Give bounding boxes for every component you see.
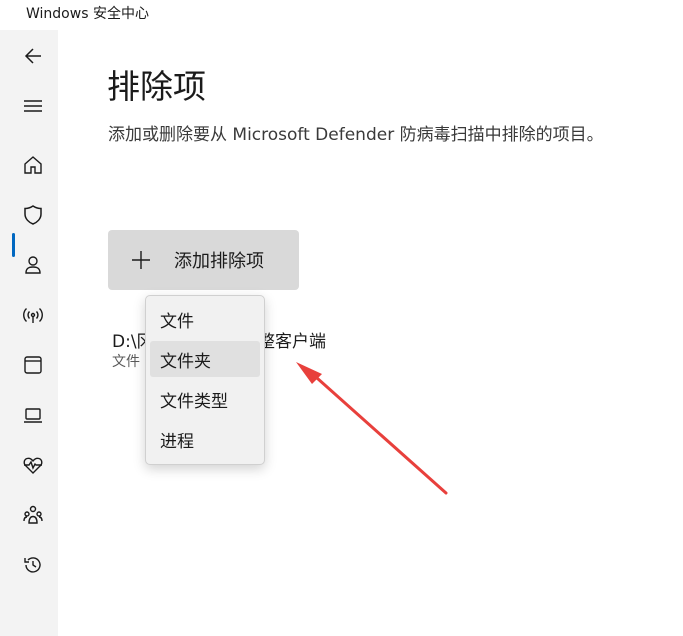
window-title: Windows 安全中心 bbox=[26, 6, 149, 22]
wireless-icon bbox=[23, 307, 43, 323]
laptop-icon bbox=[24, 408, 42, 423]
person-icon bbox=[25, 256, 41, 274]
shield-icon bbox=[24, 205, 42, 225]
home-icon bbox=[24, 156, 42, 174]
sidebar bbox=[8, 30, 58, 636]
plus-icon bbox=[132, 251, 150, 269]
menu-item-folder[interactable]: 文件夹 bbox=[150, 341, 260, 377]
menu-item-label: 文件 bbox=[160, 311, 194, 332]
heart-pulse-icon bbox=[23, 457, 43, 474]
sidebar-item-account[interactable] bbox=[8, 244, 58, 286]
sidebar-item-home[interactable] bbox=[8, 144, 58, 186]
sidebar-item-family[interactable] bbox=[8, 494, 58, 536]
menu-item-process[interactable]: 进程 bbox=[150, 421, 260, 457]
sidebar-item-device-health[interactable] bbox=[8, 444, 58, 486]
add-exclusion-button[interactable]: 添加排除项 bbox=[108, 230, 299, 290]
history-icon bbox=[24, 557, 41, 573]
family-icon bbox=[23, 505, 43, 524]
sidebar-item-firewall[interactable] bbox=[8, 294, 58, 336]
title-bar: Windows 安全中心 bbox=[0, 0, 683, 30]
window-edge bbox=[0, 30, 8, 636]
back-button[interactable] bbox=[8, 35, 58, 77]
menu-item-file-type[interactable]: 文件类型 bbox=[150, 381, 260, 417]
page-description: 添加或删除要从 Microsoft Defender 防病毒扫描中排除的项目。 bbox=[108, 125, 604, 145]
app-browser-icon bbox=[24, 356, 42, 374]
menu-item-label: 文件夹 bbox=[160, 351, 211, 372]
menu-item-label: 进程 bbox=[160, 431, 194, 452]
exclusion-type-menu: 文件 文件夹 文件类型 进程 bbox=[145, 295, 265, 465]
sidebar-item-history[interactable] bbox=[8, 544, 58, 586]
sidebar-item-virus-protection[interactable] bbox=[8, 194, 58, 236]
add-exclusion-label: 添加排除项 bbox=[174, 251, 264, 272]
exclusion-type: 文件 bbox=[112, 354, 140, 370]
exclusion-path-end: 整客户端 bbox=[258, 332, 326, 352]
hamburger-menu-icon bbox=[24, 100, 42, 112]
sidebar-item-device-security[interactable] bbox=[8, 394, 58, 436]
menu-item-file[interactable]: 文件 bbox=[150, 301, 260, 337]
page-title: 排除项 bbox=[107, 67, 206, 106]
sidebar-item-app-browser[interactable] bbox=[8, 344, 58, 386]
menu-item-label: 文件类型 bbox=[160, 391, 228, 412]
back-arrow-icon bbox=[24, 48, 41, 64]
menu-toggle-button[interactable] bbox=[8, 85, 58, 127]
